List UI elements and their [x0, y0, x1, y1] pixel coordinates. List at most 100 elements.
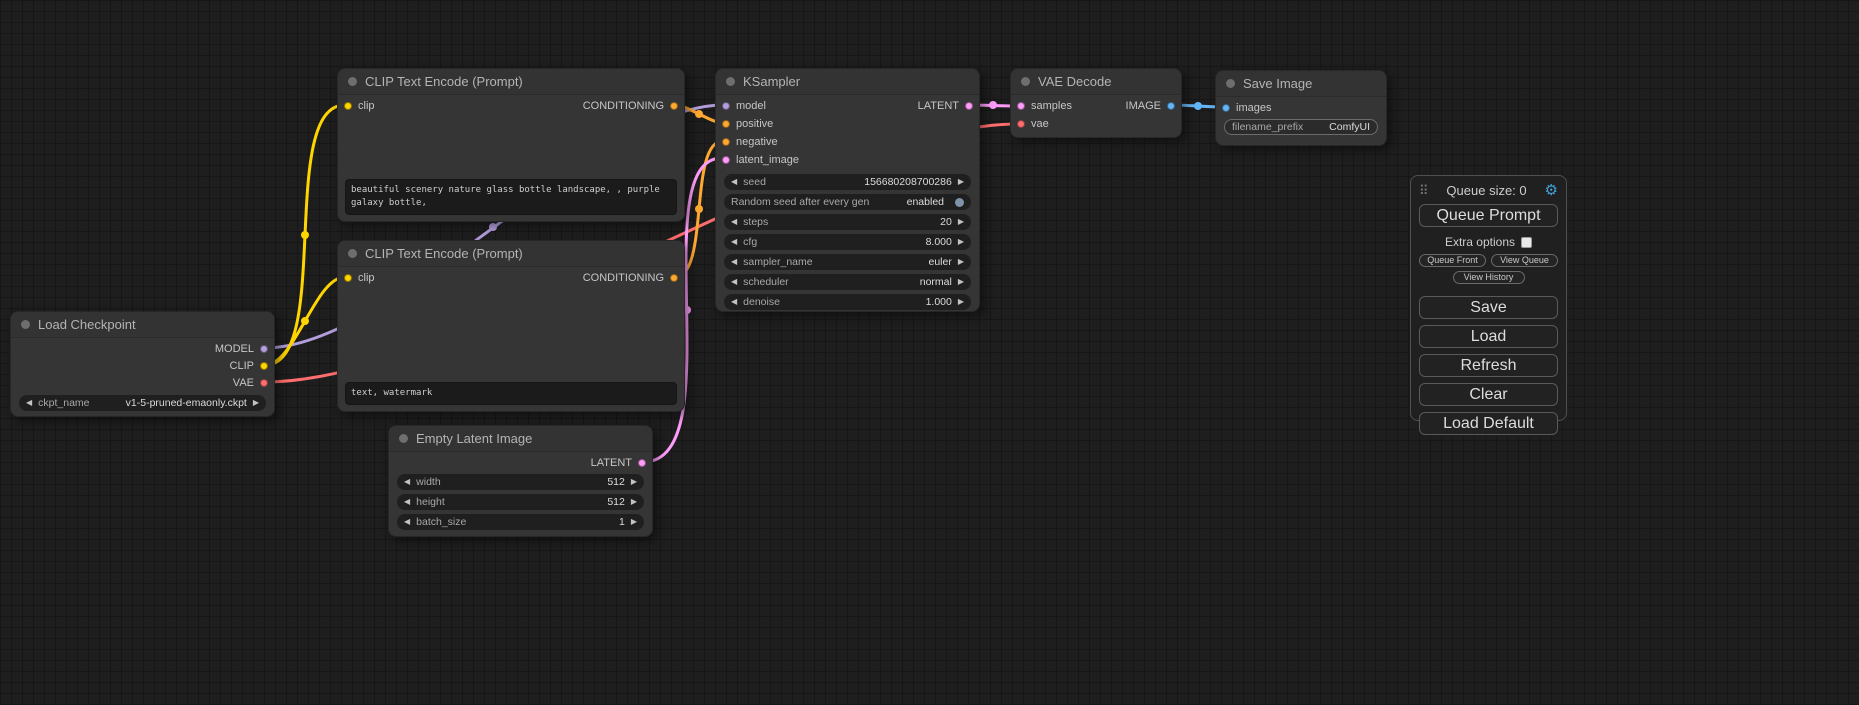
- filename-prefix-widget[interactable]: filename_prefix ComfyUI: [1224, 119, 1378, 135]
- output-socket-model[interactable]: [260, 345, 268, 353]
- increment-arrow-icon[interactable]: ▶: [958, 274, 964, 290]
- cfg-widget[interactable]: ◀ cfg 8.000 ▶: [724, 234, 971, 250]
- save-button[interactable]: Save: [1419, 296, 1558, 319]
- slot-label: LATENT: [918, 100, 959, 112]
- slot-label: model: [736, 100, 766, 112]
- node-vae-decode[interactable]: VAE Decode samples IMAGE vae: [1010, 68, 1182, 138]
- slot-label: positive: [736, 118, 773, 130]
- widget-value: euler: [928, 256, 951, 268]
- queue-front-button[interactable]: Queue Front: [1419, 254, 1486, 267]
- collapse-dot-icon[interactable]: [1226, 79, 1235, 88]
- extra-options-checkbox[interactable]: [1521, 237, 1532, 248]
- toggle-knob-icon[interactable]: [955, 198, 964, 207]
- node-titlebar: Empty Latent Image: [389, 426, 652, 452]
- load-default-button[interactable]: Load Default: [1419, 412, 1558, 435]
- node-title: Load Checkpoint: [38, 317, 136, 332]
- collapse-dot-icon[interactable]: [1021, 77, 1030, 86]
- increment-arrow-icon[interactable]: ▶: [631, 494, 637, 510]
- widget-label: width: [416, 476, 441, 488]
- prompt-textarea[interactable]: text, watermark: [345, 382, 677, 405]
- input-socket-images[interactable]: [1222, 104, 1230, 112]
- scheduler-widget[interactable]: ◀ scheduler normal ▶: [724, 274, 971, 290]
- input-socket-samples[interactable]: [1017, 102, 1025, 110]
- decrement-arrow-icon[interactable]: ◀: [26, 395, 32, 411]
- widget-value: 1.000: [926, 296, 952, 308]
- widget-label: height: [416, 496, 445, 508]
- increment-arrow-icon[interactable]: ▶: [958, 234, 964, 250]
- random-seed-toggle[interactable]: Random seed after every gen enabled: [724, 194, 971, 210]
- output-socket-latent[interactable]: [965, 102, 973, 110]
- load-button[interactable]: Load: [1419, 325, 1558, 348]
- decrement-arrow-icon[interactable]: ◀: [731, 274, 737, 290]
- input-socket-clip[interactable]: [344, 102, 352, 110]
- slot-label: CONDITIONING: [583, 272, 664, 284]
- refresh-button[interactable]: Refresh: [1419, 354, 1558, 377]
- collapse-dot-icon[interactable]: [399, 434, 408, 443]
- output-socket-conditioning[interactable]: [670, 102, 678, 110]
- view-history-button[interactable]: View History: [1453, 271, 1525, 284]
- denoise-widget[interactable]: ◀ denoise 1.000 ▶: [724, 294, 971, 310]
- queue-prompt-button[interactable]: Queue Prompt: [1419, 204, 1558, 227]
- width-widget[interactable]: ◀ width 512 ▶: [397, 474, 644, 490]
- decrement-arrow-icon[interactable]: ◀: [731, 294, 737, 310]
- decrement-arrow-icon[interactable]: ◀: [731, 254, 737, 270]
- node-clip-text-encode-negative[interactable]: CLIP Text Encode (Prompt) clip CONDITION…: [337, 240, 685, 412]
- settings-gear-icon[interactable]: ⚙: [1545, 183, 1558, 198]
- output-socket-conditioning[interactable]: [670, 274, 678, 282]
- widget-label: sampler_name: [743, 256, 812, 268]
- increment-arrow-icon[interactable]: ▶: [958, 174, 964, 190]
- sampler-name-widget[interactable]: ◀ sampler_name euler ▶: [724, 254, 971, 270]
- seed-widget[interactable]: ◀ seed 156680208700286 ▶: [724, 174, 971, 190]
- widget-value: v1-5-pruned-emaonly.ckpt: [126, 397, 247, 409]
- node-ksampler[interactable]: KSampler model LATENT positive negative …: [715, 68, 980, 312]
- collapse-dot-icon[interactable]: [348, 249, 357, 258]
- increment-arrow-icon[interactable]: ▶: [958, 214, 964, 230]
- increment-arrow-icon[interactable]: ▶: [958, 254, 964, 270]
- input-socket-vae[interactable]: [1017, 120, 1025, 128]
- collapse-dot-icon[interactable]: [726, 77, 735, 86]
- input-socket-negative[interactable]: [722, 138, 730, 146]
- input-socket-positive[interactable]: [722, 120, 730, 128]
- widget-value: ComfyUI: [1329, 121, 1370, 133]
- link-dot: [695, 205, 703, 213]
- increment-arrow-icon[interactable]: ▶: [631, 474, 637, 490]
- decrement-arrow-icon[interactable]: ◀: [731, 234, 737, 250]
- node-graph-canvas[interactable]: Load Checkpoint MODEL CLIP VAE ◀ ckpt_na…: [0, 0, 1859, 705]
- node-load-checkpoint[interactable]: Load Checkpoint MODEL CLIP VAE ◀ ckpt_na…: [10, 311, 275, 417]
- increment-arrow-icon[interactable]: ▶: [253, 395, 259, 411]
- widget-label: batch_size: [416, 516, 466, 528]
- slot-label: IMAGE: [1126, 100, 1161, 112]
- input-socket-latent-image[interactable]: [722, 156, 730, 164]
- node-empty-latent-image[interactable]: Empty Latent Image LATENT ◀ width 512 ▶ …: [388, 425, 653, 537]
- input-socket-clip[interactable]: [344, 274, 352, 282]
- height-widget[interactable]: ◀ height 512 ▶: [397, 494, 644, 510]
- view-queue-button[interactable]: View Queue: [1491, 254, 1558, 267]
- ckpt-name-widget[interactable]: ◀ ckpt_name v1-5-pruned-emaonly.ckpt ▶: [19, 395, 266, 411]
- link-dot: [1194, 102, 1202, 110]
- decrement-arrow-icon[interactable]: ◀: [404, 514, 410, 530]
- increment-arrow-icon[interactable]: ▶: [631, 514, 637, 530]
- clear-button[interactable]: Clear: [1419, 383, 1558, 406]
- decrement-arrow-icon[interactable]: ◀: [731, 174, 737, 190]
- output-socket-image[interactable]: [1167, 102, 1175, 110]
- increment-arrow-icon[interactable]: ▶: [958, 294, 964, 310]
- steps-widget[interactable]: ◀ steps 20 ▶: [724, 214, 971, 230]
- collapse-dot-icon[interactable]: [21, 320, 30, 329]
- widget-value: 1: [619, 516, 625, 528]
- link-dot: [989, 101, 997, 109]
- drag-handle-icon[interactable]: ⠿: [1419, 184, 1429, 197]
- node-clip-text-encode-positive[interactable]: CLIP Text Encode (Prompt) clip CONDITION…: [337, 68, 685, 222]
- output-socket-clip[interactable]: [260, 362, 268, 370]
- slot-label: latent_image: [736, 154, 799, 166]
- slot-label: clip: [358, 272, 375, 284]
- output-socket-vae[interactable]: [260, 379, 268, 387]
- prompt-textarea[interactable]: beautiful scenery nature glass bottle la…: [345, 179, 677, 215]
- decrement-arrow-icon[interactable]: ◀: [404, 474, 410, 490]
- collapse-dot-icon[interactable]: [348, 77, 357, 86]
- output-socket-latent[interactable]: [638, 459, 646, 467]
- batch-size-widget[interactable]: ◀ batch_size 1 ▶: [397, 514, 644, 530]
- node-save-image[interactable]: Save Image images filename_prefix ComfyU…: [1215, 70, 1387, 146]
- decrement-arrow-icon[interactable]: ◀: [731, 214, 737, 230]
- input-socket-model[interactable]: [722, 102, 730, 110]
- decrement-arrow-icon[interactable]: ◀: [404, 494, 410, 510]
